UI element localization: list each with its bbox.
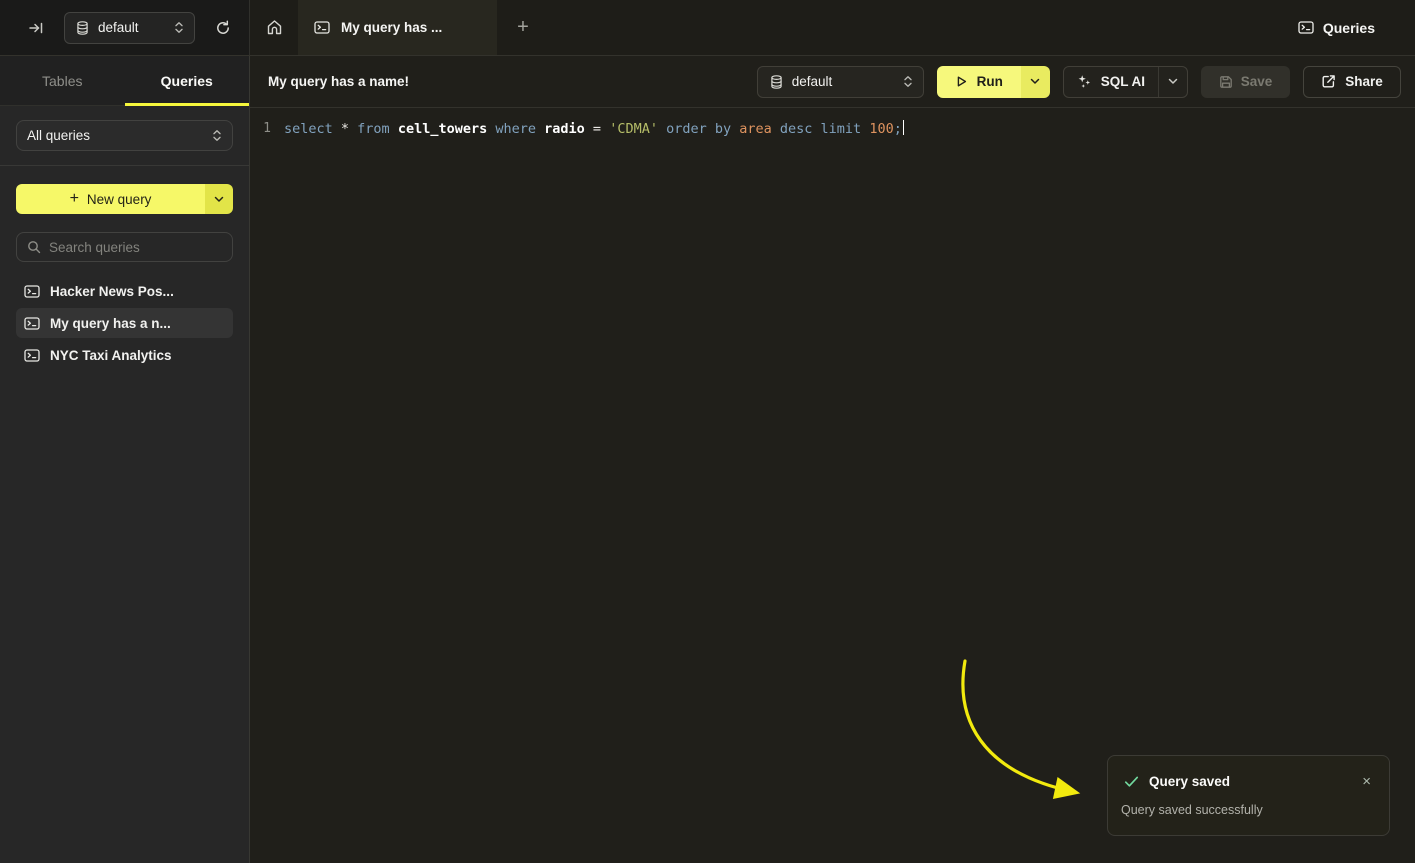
select-chevrons-icon <box>174 21 184 34</box>
new-query-main[interactable]: + New query <box>16 184 205 214</box>
sidebar-tab-queries[interactable]: Queries <box>125 56 250 105</box>
run-button-group: Run <box>937 66 1050 98</box>
run-button[interactable]: Run <box>937 66 1021 98</box>
database-icon <box>770 75 783 89</box>
search-queries-box[interactable] <box>16 232 233 262</box>
sidebar-body: All queries + New query <box>0 106 249 370</box>
editor-code-area[interactable]: select * from cell_towers where radio = … <box>284 119 1415 863</box>
query-item-label: NYC Taxi Analytics <box>50 348 172 363</box>
topbar-spacer <box>549 0 1298 55</box>
check-icon <box>1124 775 1139 788</box>
new-query-label: New query <box>87 192 152 207</box>
sidebar: Tables Queries All queries + New query <box>0 56 250 863</box>
toolbar-controls: default Run <box>757 66 1401 98</box>
tab-label: My query has ... <box>341 20 442 35</box>
run-label: Run <box>977 74 1003 89</box>
code-token: area <box>739 121 780 137</box>
sql-ai-dropdown-button[interactable] <box>1158 67 1187 97</box>
chevron-down-icon <box>214 196 224 203</box>
toast-close-button[interactable]: × <box>1358 772 1375 791</box>
save-label: Save <box>1241 74 1273 89</box>
refresh-button[interactable] <box>209 14 237 42</box>
query-terminal-icon <box>24 348 40 363</box>
plus-icon: + <box>70 190 79 208</box>
new-query-button[interactable]: + New query <box>16 184 233 214</box>
code-token: = <box>593 121 609 137</box>
share-button[interactable]: Share <box>1303 66 1401 98</box>
share-label: Share <box>1345 74 1383 89</box>
text-cursor <box>903 120 905 135</box>
query-terminal-icon <box>24 316 40 331</box>
sidebar-divider <box>0 165 249 166</box>
toolbar-database-value: default <box>792 74 894 89</box>
query-toolbar: My query has a name! default <box>250 56 1415 108</box>
save-button[interactable]: Save <box>1201 66 1290 98</box>
query-filter-value: All queries <box>27 128 212 143</box>
search-icon <box>27 240 41 254</box>
query-item-label: Hacker News Pos... <box>50 284 174 299</box>
new-tab-button[interactable]: + <box>497 0 549 55</box>
code-token: 100 <box>869 121 893 137</box>
code-token: desc <box>780 121 821 137</box>
query-title: My query has a name! <box>268 74 757 89</box>
code-token: from <box>357 121 398 137</box>
save-icon <box>1219 75 1233 89</box>
sidebar-database-selector[interactable]: default <box>64 12 195 44</box>
code-token: 'CDMA' <box>609 121 666 137</box>
select-chevrons-icon <box>212 129 222 142</box>
code-token: cell_towers <box>398 121 496 137</box>
chevron-down-icon <box>1030 78 1040 85</box>
query-list: Hacker News Pos... My query has a n... N… <box>16 276 233 370</box>
collapse-sidebar-button[interactable] <box>22 14 50 42</box>
topbar-left-section: default <box>0 0 250 55</box>
sql-editor[interactable]: 1 select * from cell_towers where radio … <box>250 108 1415 863</box>
queries-terminal-icon <box>1298 20 1314 35</box>
tab-my-query[interactable]: My query has ... <box>298 0 497 55</box>
query-list-item-hacker-news[interactable]: Hacker News Pos... <box>16 276 233 306</box>
editor-line-number: 1 <box>250 119 284 863</box>
sql-ai-button-group: SQL AI <box>1063 66 1188 98</box>
queries-indicator-label: Queries <box>1323 20 1375 36</box>
query-list-item-my-query[interactable]: My query has a n... <box>16 308 233 338</box>
run-dropdown-button[interactable] <box>1021 66 1050 98</box>
sidebar-database-value: default <box>98 20 165 35</box>
code-token: * <box>341 121 357 137</box>
query-filter-select[interactable]: All queries <box>16 120 233 151</box>
query-item-label: My query has a n... <box>50 316 171 331</box>
sql-ai-label: SQL AI <box>1101 74 1145 89</box>
main-area: My query has a name! default <box>250 56 1415 863</box>
top-bar: default <box>0 0 1415 56</box>
queries-indicator-button[interactable]: Queries <box>1298 0 1415 55</box>
chevron-down-icon <box>1168 78 1178 85</box>
code-token: order by <box>666 121 739 137</box>
toast-header: Query saved × <box>1124 772 1375 791</box>
play-icon <box>955 75 968 88</box>
toolbar-database-selector[interactable]: default <box>757 66 924 98</box>
code-token: select <box>284 121 341 137</box>
query-list-item-nyc-taxi[interactable]: NYC Taxi Analytics <box>16 340 233 370</box>
query-terminal-icon <box>314 20 330 35</box>
code-token: limit <box>821 121 870 137</box>
toast-title: Query saved <box>1149 774 1358 789</box>
share-icon <box>1321 74 1336 89</box>
toast-message: Query saved successfully <box>1121 803 1375 817</box>
select-chevrons-icon <box>903 75 913 88</box>
toast-query-saved: Query saved × Query saved successfully <box>1107 755 1390 836</box>
code-token: where <box>495 121 544 137</box>
home-tab-button[interactable] <box>250 0 298 55</box>
query-terminal-icon <box>24 284 40 299</box>
sparkles-icon <box>1077 74 1092 89</box>
code-token: radio <box>544 121 593 137</box>
sidebar-tab-tables[interactable]: Tables <box>0 56 125 105</box>
collapse-sidebar-icon <box>28 20 44 36</box>
home-icon <box>266 19 283 36</box>
sidebar-tabs: Tables Queries <box>0 56 249 106</box>
refresh-icon <box>215 20 231 36</box>
search-queries-input[interactable] <box>49 240 226 255</box>
database-icon <box>76 21 89 35</box>
editor-code-line: select * from cell_towers where radio = … <box>284 119 1415 139</box>
code-token: ; <box>894 121 902 137</box>
sql-ai-button[interactable]: SQL AI <box>1064 67 1158 97</box>
new-query-dropdown-button[interactable] <box>205 184 233 214</box>
